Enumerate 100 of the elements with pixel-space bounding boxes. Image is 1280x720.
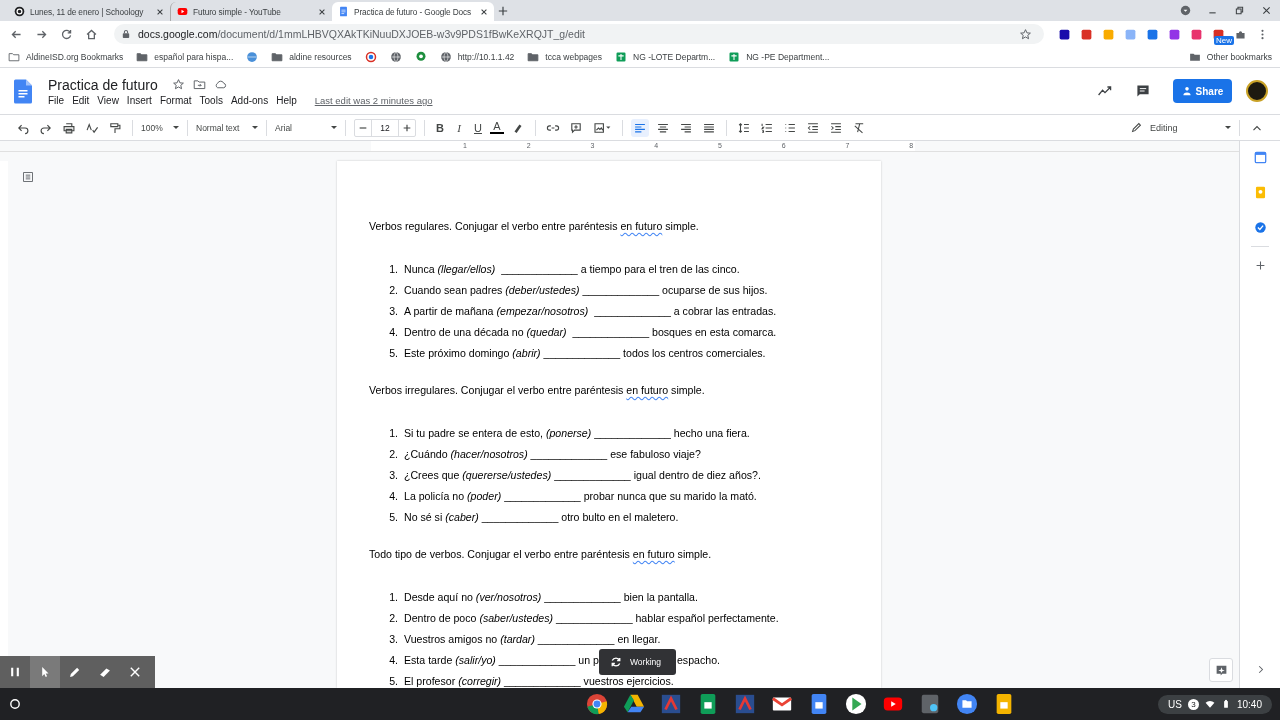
menu-item[interactable]: Edit xyxy=(72,94,90,106)
files-icon[interactable] xyxy=(955,693,978,715)
clock: 10:40 xyxy=(1236,698,1262,710)
bookmark[interactable]: http://10.1.1.42 xyxy=(439,51,515,63)
spreadsheet-icon xyxy=(728,51,741,63)
bookmark[interactable]: NG -PE Department... xyxy=(728,51,830,63)
exercise-sentence: Dentro de poco (saber/ustedes) _____________ hablar español perfectamente. xyxy=(404,612,779,624)
bookmark-label: http://10.1.1.42 xyxy=(457,52,515,62)
extension-icon[interactable] xyxy=(1058,27,1071,41)
underline-button[interactable]: U xyxy=(471,121,485,134)
tab-title: Lunes, 11 de enero | Schoology xyxy=(30,6,145,17)
close-icon[interactable] xyxy=(1261,5,1272,16)
bookmark[interactable]: Other bookmarks xyxy=(1188,51,1272,63)
style-dropdown[interactable]: Normal text xyxy=(196,122,258,133)
docs-icon xyxy=(338,6,349,17)
folder-icon xyxy=(271,51,284,63)
pointer-icon[interactable] xyxy=(30,656,60,688)
status-tray[interactable]: US 3 10:40 xyxy=(1158,694,1272,714)
menu-item[interactable]: File xyxy=(48,94,65,106)
wifi-icon xyxy=(1204,699,1215,709)
app-icon[interactable] xyxy=(659,693,682,715)
play-store-icon[interactable] xyxy=(844,693,867,715)
bookmark[interactable] xyxy=(364,51,377,63)
folder-icon xyxy=(8,51,20,63)
pin-icon xyxy=(414,51,427,63)
avatar[interactable] xyxy=(1246,80,1268,102)
chrome-icon[interactable] xyxy=(585,693,608,715)
drive-icon[interactable] xyxy=(622,693,645,715)
list-number: 3. xyxy=(388,469,398,481)
last-edit-link[interactable]: Last edit was 2 minutes ago xyxy=(314,94,433,106)
share-button[interactable]: Share xyxy=(1173,79,1232,103)
list-number: 1. xyxy=(388,427,398,439)
list-number: 1. xyxy=(388,263,398,275)
home-icon[interactable] xyxy=(85,27,98,41)
list-number: 2. xyxy=(388,612,398,624)
bookmark[interactable]: español para hispa... xyxy=(136,51,234,63)
align-left-icon[interactable] xyxy=(631,118,649,137)
bookmark[interactable]: aldine resources xyxy=(271,51,352,63)
close-icon[interactable] xyxy=(156,7,164,16)
italic-button[interactable]: I xyxy=(452,121,466,134)
pencil-icon xyxy=(1131,122,1142,133)
list-number: 4. xyxy=(388,490,398,502)
star-icon[interactable] xyxy=(1019,27,1032,41)
app-icon[interactable] xyxy=(733,693,756,715)
bookmark[interactable] xyxy=(246,51,259,63)
youtube-icon xyxy=(177,6,188,17)
menu-item[interactable]: Format xyxy=(159,94,192,106)
exercise-sentence: Nunca (llegar/ellos) _____________ a tiempo para el tren de las cinco. xyxy=(404,263,740,275)
text-color-button[interactable]: A xyxy=(490,121,504,134)
exercise-sentence: Si tu padre se entera de esto, (ponerse) _____________ hecho una fiera. xyxy=(404,427,750,439)
list-number: 5. xyxy=(388,675,398,687)
swirl-icon xyxy=(364,51,377,63)
reload-icon[interactable] xyxy=(60,27,73,41)
close-icon[interactable] xyxy=(480,7,488,16)
comment-icon[interactable] xyxy=(1135,83,1151,99)
menu-item[interactable]: View xyxy=(97,94,119,106)
menu-item[interactable]: Add-ons xyxy=(230,94,269,106)
tab-title: Practica de futuro - Google Docs xyxy=(354,6,473,17)
move-folder-icon[interactable] xyxy=(192,78,206,91)
folder-icon xyxy=(527,51,540,63)
menu-item[interactable]: Help xyxy=(276,94,297,106)
new-tab-icon[interactable] xyxy=(498,6,508,16)
globe-icon xyxy=(246,51,259,63)
bookmark-label: NG -LOTE Departm... xyxy=(633,52,716,62)
docs-logo-icon[interactable] xyxy=(14,78,32,104)
tab-title: Futuro simple - YouTube xyxy=(193,6,282,17)
tasks-icon[interactable] xyxy=(1253,221,1267,234)
font-dropdown[interactable]: Arial xyxy=(275,122,337,133)
bold-button[interactable]: B xyxy=(433,121,447,134)
bookmark[interactable]: tcca webpages xyxy=(527,51,603,63)
bookmark-label: español para hispa... xyxy=(154,52,234,62)
document-title[interactable]: Practica de futuro xyxy=(48,76,158,93)
zoom-dropdown[interactable]: 100% xyxy=(141,122,179,133)
keyboard-layout: US xyxy=(1168,698,1182,710)
restore-icon[interactable] xyxy=(1234,5,1245,16)
outline-icon[interactable] xyxy=(22,171,34,183)
browser-tab[interactable]: Practica de futuro - Google Docs xyxy=(332,2,494,21)
editing-mode-dropdown[interactable]: Editing xyxy=(1131,122,1231,133)
bookmark[interactable]: NG -LOTE Departm... xyxy=(615,51,716,63)
bookmark-label: AldineISD.org Bookmarks xyxy=(26,52,124,62)
cloud-icon[interactable] xyxy=(213,78,227,91)
bookmark[interactable] xyxy=(414,51,427,63)
exercise-sentence: Este próximo domingo (abrir) _____________ todos los centros comerciales. xyxy=(404,347,766,359)
menu-item[interactable]: Tools xyxy=(199,94,223,106)
extension-icon[interactable] xyxy=(1168,27,1181,41)
list-number: 1. xyxy=(388,591,398,603)
list-number: 3. xyxy=(388,633,398,645)
exercise-sentence: A partir de mañana (empezar/nosotros) _____________ a cobrar las entradas. xyxy=(404,305,777,317)
explore-button[interactable] xyxy=(1209,658,1233,682)
close-icon[interactable] xyxy=(318,7,326,16)
star-icon[interactable] xyxy=(171,78,185,91)
launcher-icon[interactable] xyxy=(8,697,22,711)
address-bar[interactable]: docs.google.com/document/d/1mmLHBVQXAkTKiNuuDXJOEB-w3v9PDS1fBwKeXRQJT_g/edit xyxy=(114,24,1044,44)
tab-search-icon[interactable] xyxy=(1180,5,1191,16)
exercise-sentence: Esta tarde (salir/yo) _____________ un p xyxy=(404,654,599,666)
calendar-icon[interactable] xyxy=(1253,151,1267,164)
menu-item[interactable]: Insert xyxy=(126,94,152,106)
bookmark[interactable]: AldineISD.org Bookmarks xyxy=(8,51,124,63)
browser-tab[interactable]: Lunes, 11 de enero | Schoology xyxy=(8,2,170,21)
notification-count: 3 xyxy=(1187,698,1199,710)
